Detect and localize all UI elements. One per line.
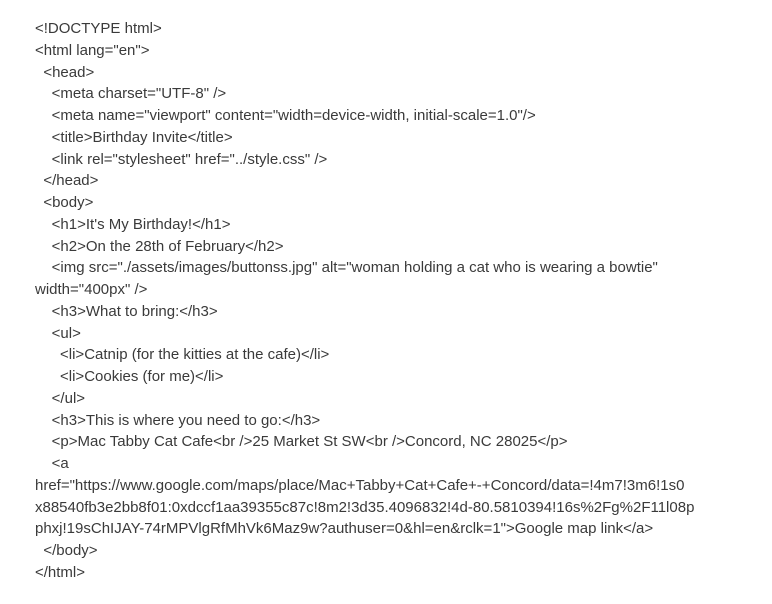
code-line-meta-charset: <meta charset="UTF-8" />: [35, 85, 227, 103]
code-line-map-url-part-2: x88540fb3e2bb8f01:0xdccf1aa39355c87c!8m2…: [35, 498, 695, 516]
code-line-h3-bring: <h3>What to bring:</h3>: [35, 302, 218, 320]
code-line-body-close: </body>: [35, 542, 98, 559]
code-line-stylesheet-link: <link rel="stylesheet" href="../style.cs…: [35, 150, 328, 168]
code-line-ul-open: <ul>: [35, 324, 81, 342]
code-line-h3-go: <h3>This is where you need to go:</h3>: [35, 411, 321, 429]
code-line-anchor-open: <a: [35, 455, 69, 472]
code-line-html-close: </html>: [35, 563, 86, 581]
code-line-head-close: </head>: [35, 172, 99, 190]
code-line-title: <title>Birthday Invite</title>: [35, 128, 233, 146]
code-line-address-paragraph: <p>Mac Tabby Cat Cafe<br />25 Market St …: [35, 433, 568, 451]
code-line-map-url-part-1: href="https://www.google.com/maps/place/…: [35, 476, 685, 494]
code-document: <!DOCTYPE html> <html lang="en"> <head> …: [35, 18, 750, 584]
code-line-li-catnip: <li>Catnip (for the kitties at the cafe)…: [35, 346, 330, 364]
code-line-head-open: <head>: [35, 63, 95, 81]
code-line-map-url-part-3: phxj!19sChIJAY-74rMPVlgRfMhVk6Maz9w?auth…: [35, 520, 654, 538]
code-line-body-open: <body>: [35, 194, 94, 211]
code-line-html-open: <html lang="en">: [35, 41, 150, 59]
code-line-ul-close: </ul>: [35, 389, 86, 407]
code-line-h2: <h2>On the 28th of February</h2>: [35, 237, 284, 255]
code-line-h1: <h1>It's My Birthday!</h1>: [35, 215, 231, 233]
code-line-img-width: width="400px" />: [35, 281, 148, 298]
code-line-img: <img src="./assets/images/buttonss.jpg" …: [35, 259, 658, 277]
code-line-doctype: <!DOCTYPE html>: [35, 20, 162, 37]
code-line-meta-viewport: <meta name="viewport" content="width=dev…: [35, 107, 536, 124]
code-line-li-cookies: <li>Cookies (for me)</li>: [35, 368, 224, 385]
